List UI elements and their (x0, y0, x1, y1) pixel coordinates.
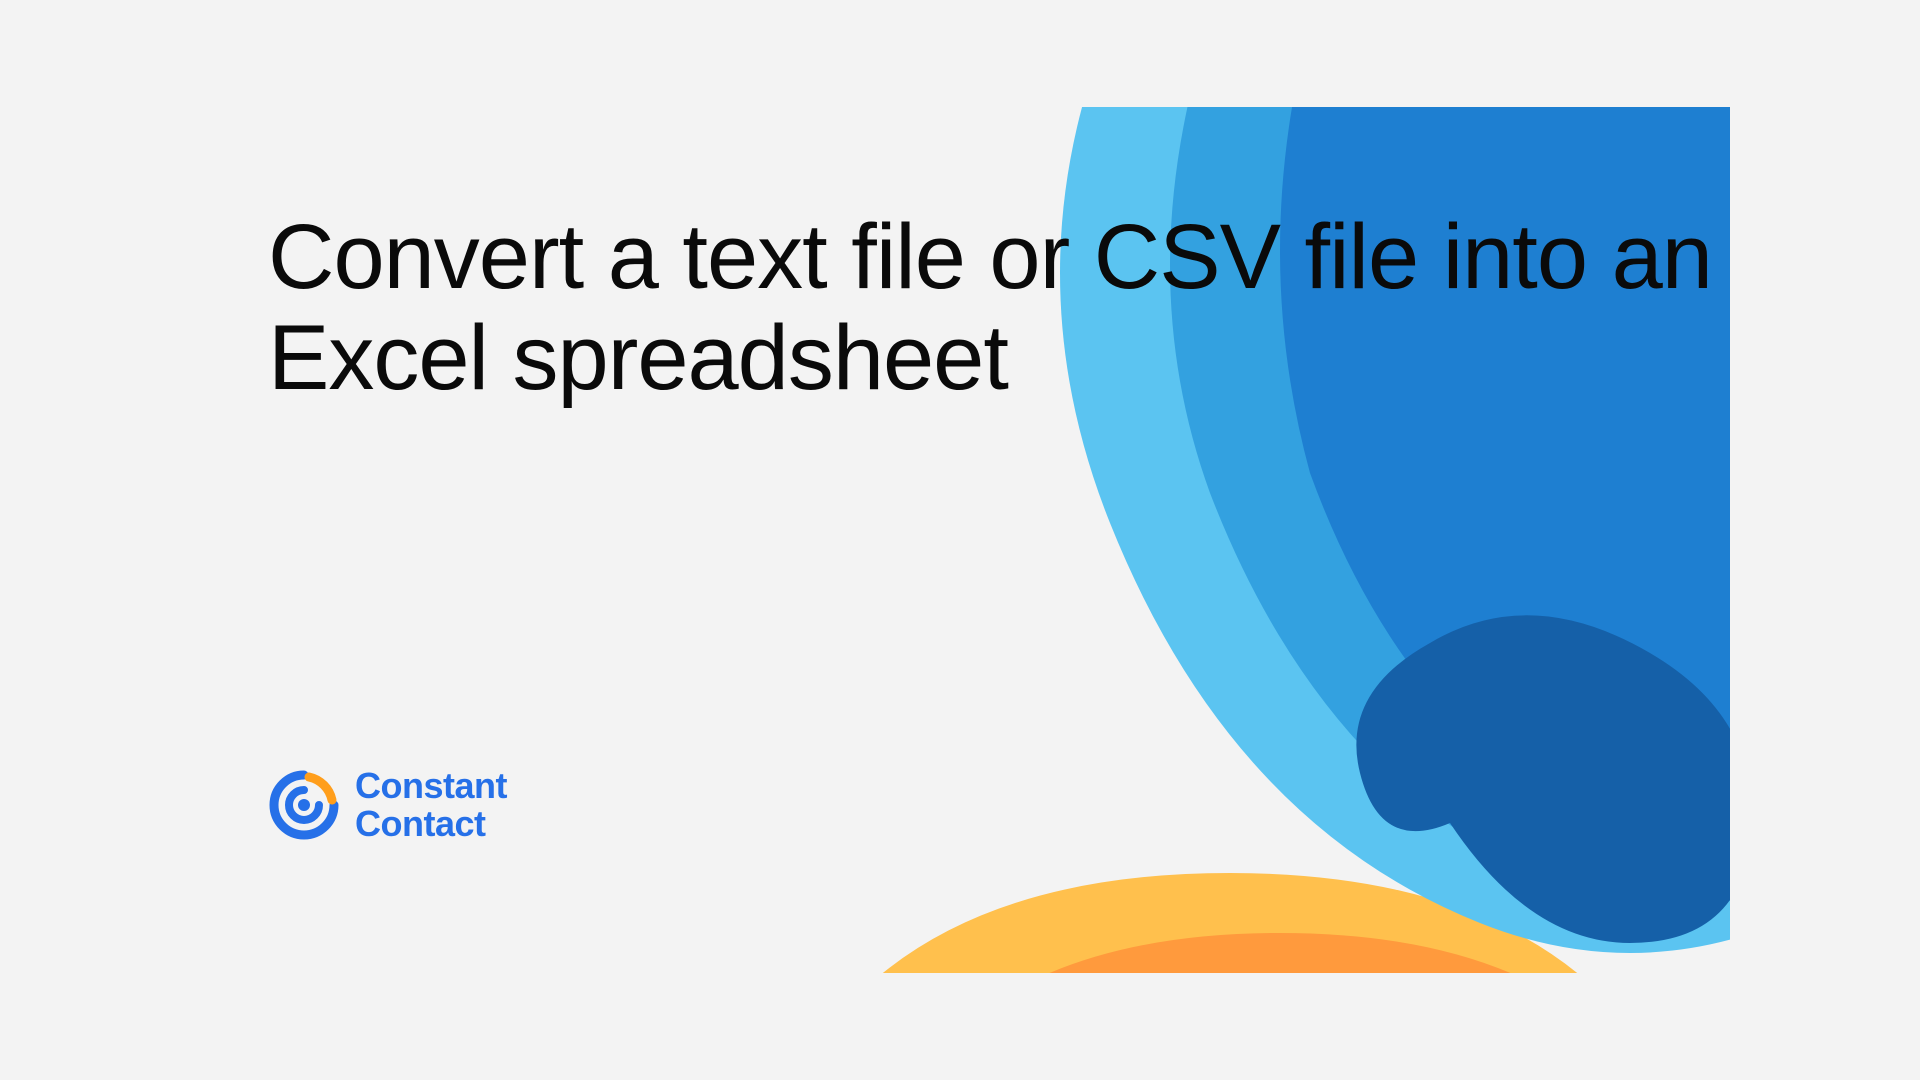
slide-title: Convert a text file or CSV file into an … (268, 207, 1730, 409)
orange-swirl-graphic (630, 473, 1730, 973)
brand-logo: Constant Contact (268, 767, 507, 843)
slide-container: Convert a text file or CSV file into an … (190, 107, 1730, 973)
logo-text: Constant Contact (355, 767, 507, 843)
brand-line-1: Constant (355, 767, 507, 805)
logo-icon (268, 769, 340, 841)
brand-line-2: Contact (355, 805, 507, 843)
